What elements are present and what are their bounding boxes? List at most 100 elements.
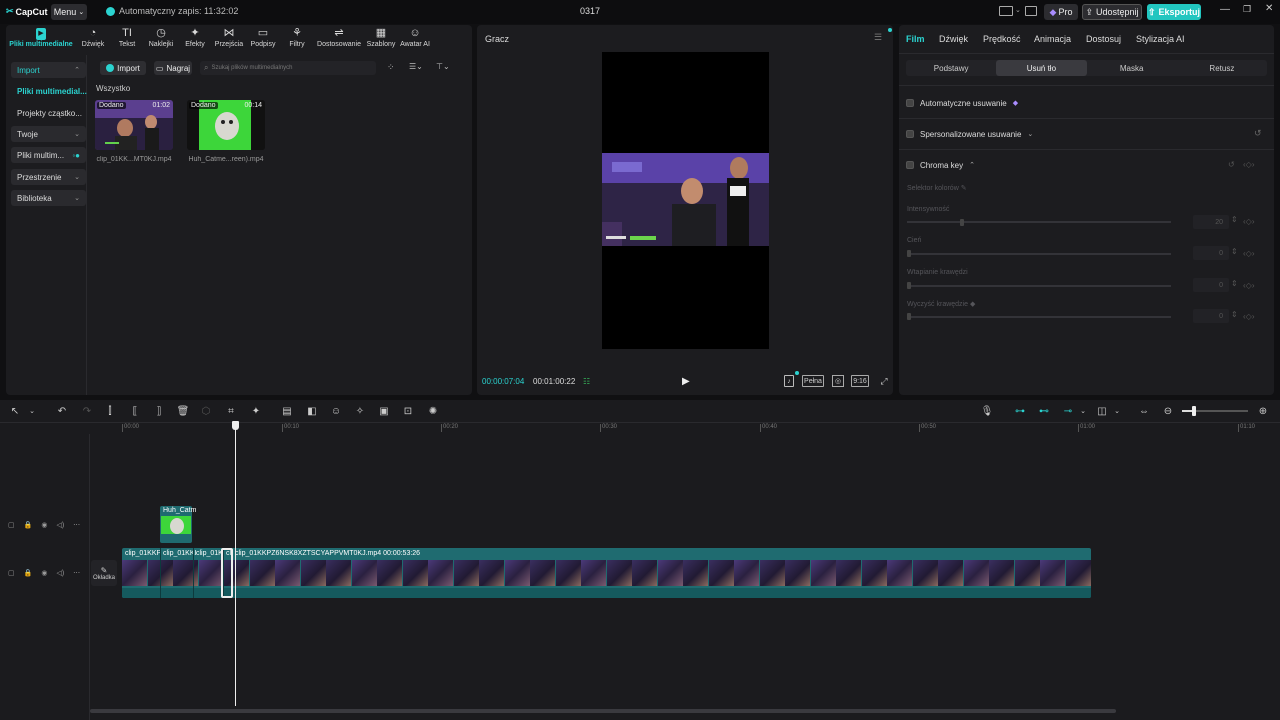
export-button[interactable]: ⇧ Eksportuj <box>1147 4 1201 20</box>
eyedropper-icon[interactable]: ✎ <box>961 185 967 192</box>
media-item-clip[interactable]: Dodano 01:02 <box>95 100 173 150</box>
shadow-slider-knob[interactable] <box>907 250 911 257</box>
tab-tekst[interactable]: TI Tekst <box>110 25 144 51</box>
edge-clean-value[interactable]: 0 <box>1193 309 1229 323</box>
magnet-icon[interactable]: ⊶ <box>1013 404 1027 418</box>
shield-icon[interactable]: ⬡ <box>199 404 213 418</box>
eye-icon[interactable]: ◉ <box>41 569 47 577</box>
chevron-down-icon[interactable]: ⌄ <box>1110 404 1124 418</box>
select-tool-icon[interactable]: ↖ <box>8 404 22 418</box>
custom-remove-option[interactable]: Spersonalizowane usuwanie ⌄ <box>906 127 1033 141</box>
keyframe-icon[interactable]: ‹◇› <box>1243 312 1254 321</box>
undo-icon[interactable]: ↶ <box>55 404 69 418</box>
tab-pliki-multimedialne[interactable]: ▶ Pliki multimedialne <box>6 25 76 51</box>
crop-icon[interactable]: ⌗ <box>224 404 238 418</box>
edge-clean-slider[interactable] <box>907 316 1171 318</box>
play-icon[interactable]: ▶ <box>682 376 690 387</box>
overlay-clip[interactable]: Huh_Catm <box>160 506 196 543</box>
grid-view-icon[interactable]: ⁘ <box>387 62 395 73</box>
person-icon[interactable]: ☺ <box>329 404 343 418</box>
tiktok-icon[interactable]: ♪ <box>784 375 794 387</box>
player-menu-icon[interactable]: ☰ <box>874 32 882 43</box>
pro-button[interactable]: ◆ Pro <box>1044 4 1078 20</box>
toggle-icon[interactable]: ◦● <box>72 151 80 160</box>
edge-clean-slider-knob[interactable] <box>907 313 911 320</box>
shadow-value[interactable]: 0 <box>1193 246 1229 260</box>
selected-clip[interactable] <box>221 548 233 598</box>
horizontal-scrollbar[interactable] <box>90 709 1116 713</box>
keyframe-icon[interactable]: ‹◇› <box>1243 217 1254 226</box>
more-icon[interactable]: ⋯ <box>73 521 80 529</box>
keyframe-icon[interactable]: ‹◇› <box>1243 249 1254 258</box>
edge-feather-value[interactable]: 0 <box>1193 278 1229 292</box>
track-select-icon[interactable]: ▢ <box>8 569 15 577</box>
fit-icon[interactable]: ⇔ <box>1137 404 1151 418</box>
minimize-icon[interactable]: — <box>1220 4 1230 15</box>
layout-chevron-icon[interactable]: ⌄ <box>1015 6 1021 14</box>
stepper-icon[interactable]: ⇕ <box>1231 215 1238 224</box>
timecode-icon[interactable]: ☷ <box>583 377 590 386</box>
volume-icon[interactable]: ◁) <box>56 569 64 577</box>
tab-przej-cia[interactable]: ⋈ Przejścia <box>212 25 246 51</box>
screenshot-icon[interactable]: ◎ <box>832 375 844 387</box>
subtab-remove-bg[interactable]: Usuń tło <box>996 60 1087 76</box>
subtab-basics[interactable]: Podstawy <box>906 60 996 76</box>
stepper-icon[interactable]: ⇕ <box>1231 247 1238 256</box>
sort-icon[interactable]: ☰⌄ <box>409 62 423 71</box>
tab-speed[interactable]: Prędkość <box>983 34 1021 44</box>
intensity-slider[interactable] <box>907 221 1171 223</box>
intensity-value[interactable]: 20 <box>1193 215 1229 229</box>
restore-icon[interactable]: ❐ <box>1243 4 1251 15</box>
redo-icon[interactable]: ↷ <box>80 404 94 418</box>
split-left-icon[interactable]: ⟦ <box>128 404 142 418</box>
sidebar-item-yours[interactable]: Twoje ⌄ <box>11 126 86 142</box>
full-quality-button[interactable]: Pełna <box>802 375 824 387</box>
hd-icon[interactable]: ▣ <box>377 404 391 418</box>
track-select-icon[interactable]: ▢ <box>8 521 15 529</box>
filter-icon[interactable]: ⊤⌄ <box>436 62 450 71</box>
tab-ai-style[interactable]: Stylizacja AI <box>1136 34 1185 44</box>
lock-icon[interactable]: 🔒 <box>24 521 33 529</box>
mic-icon[interactable]: 🎙 <box>980 404 994 418</box>
video-preview[interactable] <box>602 52 769 349</box>
link-icon[interactable]: ⊷ <box>1037 404 1051 418</box>
chroma-key-option[interactable]: Chroma key ⌃ <box>906 158 975 172</box>
image-icon[interactable]: ⊡ <box>401 404 415 418</box>
tab-awatar-ai[interactable]: ☺ Awatar AI <box>398 25 432 51</box>
tab-filtry[interactable]: ⚘ Filtry <box>280 25 314 51</box>
chroma-key-checkbox[interactable] <box>906 161 914 169</box>
snap-icon[interactable]: ⊸ <box>1061 404 1075 418</box>
fullscreen-icon[interactable]: ⤢ <box>878 375 890 387</box>
tab-efekty[interactable]: ✦ Efekty <box>178 25 212 51</box>
intensity-slider-knob[interactable] <box>960 219 964 226</box>
main-video-track[interactable]: clip_01KKP clip_01KKI clip_01K cli clip_… <box>122 548 1091 598</box>
layout-icon[interactable] <box>999 6 1013 16</box>
chevron-down-icon[interactable]: ⌄ <box>25 404 39 418</box>
tab-podpisy[interactable]: ▭ Podpisy <box>246 25 280 51</box>
search-input[interactable]: ⌕ Szukaj plików multimedialnych <box>200 61 376 75</box>
keyframe-icon[interactable]: ‹◇› <box>1243 281 1254 290</box>
ai-edit-icon[interactable]: ✦ <box>249 404 263 418</box>
tab-animation[interactable]: Animacja <box>1034 34 1071 44</box>
playhead-handle[interactable] <box>232 421 239 430</box>
zoom-in-icon[interactable]: ⊕ <box>1256 404 1270 418</box>
record-button[interactable]: ▭ Nagraj <box>154 61 192 75</box>
eye-icon[interactable]: ◉ <box>41 521 47 529</box>
tab-naklejki[interactable]: ◷ Naklejki <box>144 25 178 51</box>
tab-d-wi-k[interactable]: ◔ Dźwięk <box>76 25 110 51</box>
import-button[interactable]: Import <box>100 61 146 75</box>
keyframe-icon[interactable]: ‹◇› <box>1243 160 1254 169</box>
sidebar-item-spaces[interactable]: Przestrzenie ⌄ <box>11 169 86 185</box>
lock-icon[interactable]: 🔒 <box>24 569 33 577</box>
captions-icon[interactable]: ▤ <box>280 404 294 418</box>
reset-icon[interactable]: ↺ <box>1228 160 1235 169</box>
stepper-icon[interactable]: ⇕ <box>1231 279 1238 288</box>
sidebar-item-sub-projects[interactable]: Projekty cząstko... <box>11 105 86 121</box>
tab-film[interactable]: Film <box>906 34 925 44</box>
auto-remove-checkbox[interactable] <box>906 99 914 107</box>
media-item-green-screen[interactable]: Dodano 00:14 <box>187 100 265 150</box>
edge-feather-slider-knob[interactable] <box>907 282 911 289</box>
delete-icon[interactable]: 🗑 <box>176 404 190 418</box>
chevron-down-icon[interactable]: ⌄ <box>1076 404 1090 418</box>
sidebar-item-media-files[interactable]: Pliki multim... ◦● <box>11 147 86 163</box>
